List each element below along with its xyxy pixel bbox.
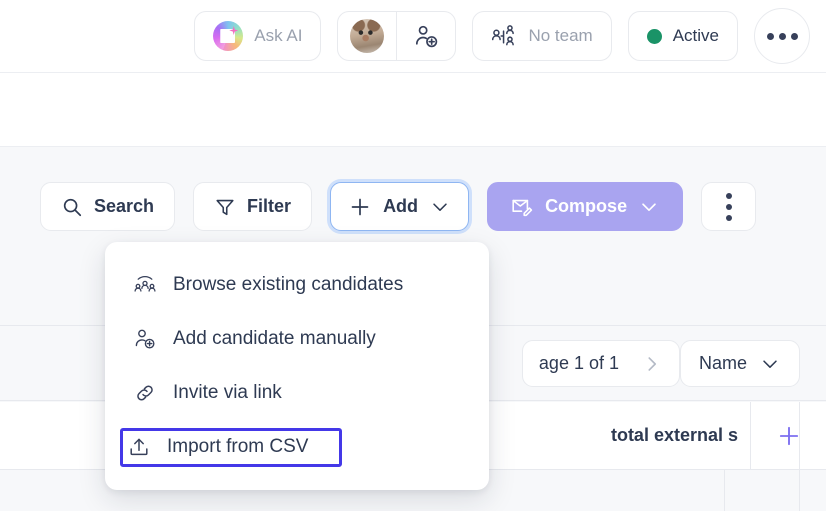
team-label: No team [528, 26, 593, 45]
menu-item-import-from-csv[interactable]: Import from CSV [105, 420, 489, 474]
chevron-down-icon [433, 202, 447, 211]
menu-item-add-candidate-manually[interactable]: Add candidate manually [105, 312, 489, 366]
add-dropdown-menu: Browse existing candidates Add candidate… [105, 242, 489, 490]
menu-item-browse-existing-candidates[interactable]: Browse existing candidates [105, 258, 489, 312]
top-header-bar: Ask AI No team Active [0, 0, 826, 72]
sort-by-label: Name [698, 353, 747, 373]
pagination-label: age 1 of 1 [538, 353, 619, 373]
menu-item-label: Invite via link [173, 382, 282, 403]
upload-icon [127, 435, 151, 459]
add-label: Add [383, 196, 419, 216]
more-horizontal-icon [778, 32, 786, 40]
add-person-icon [133, 327, 157, 351]
compose-button[interactable]: Compose [487, 182, 684, 231]
toolbar: Search Filter Add Compose [40, 182, 757, 231]
search-button[interactable]: Search [40, 182, 176, 231]
filter-button[interactable]: Filter [193, 182, 313, 231]
plus-icon [351, 198, 369, 215]
add-column-button[interactable] [750, 402, 826, 469]
chevron-down-icon [763, 359, 777, 368]
column-divider [799, 402, 800, 511]
more-horizontal-icon [766, 32, 774, 40]
add-person-button[interactable] [397, 12, 455, 60]
sort-by-button[interactable]: Name [679, 340, 800, 387]
more-vertical-icon [725, 203, 732, 210]
more-vertical-icon [725, 192, 732, 199]
chevron-right-icon[interactable] [641, 353, 663, 375]
assignee-group [337, 11, 457, 61]
search-label: Search [94, 196, 155, 216]
team-selector-button[interactable]: No team [472, 11, 612, 61]
compose-label: Compose [545, 196, 628, 216]
menu-item-label: Add candidate manually [173, 328, 376, 349]
status-label: Active [672, 26, 719, 45]
pagination-control[interactable]: age 1 of 1 [521, 340, 680, 387]
menu-item-label: Import from CSV [167, 436, 309, 457]
user-avatar [350, 19, 385, 53]
top-header-actions: Ask AI No team Active [194, 8, 810, 64]
more-vertical-icon [725, 214, 732, 221]
search-icon [63, 198, 82, 216]
toolbar-overflow-button[interactable] [701, 182, 757, 231]
menu-item-label: Browse existing candidates [173, 274, 404, 295]
people-group-icon [133, 273, 157, 297]
ai-sparkle-icon [213, 21, 244, 51]
more-horizontal-icon [790, 32, 798, 40]
status-button[interactable]: Active [627, 11, 738, 61]
team-icon [492, 25, 515, 46]
chevron-down-icon [642, 202, 656, 211]
filter-icon [216, 199, 234, 215]
content-spacer-band [0, 72, 826, 147]
menu-item-invite-via-link[interactable]: Invite via link [105, 366, 489, 420]
avatar-button[interactable] [338, 12, 396, 60]
compose-mail-icon [512, 199, 533, 216]
ask-ai-button[interactable]: Ask AI [194, 11, 322, 61]
more-options-button[interactable] [754, 8, 810, 64]
filter-label: Filter [247, 196, 292, 216]
ask-ai-label: Ask AI [254, 26, 303, 45]
add-button[interactable]: Add [330, 182, 470, 231]
status-dot-icon [646, 28, 662, 44]
add-person-icon [415, 25, 438, 47]
column-divider [724, 470, 725, 511]
link-icon [133, 381, 157, 405]
